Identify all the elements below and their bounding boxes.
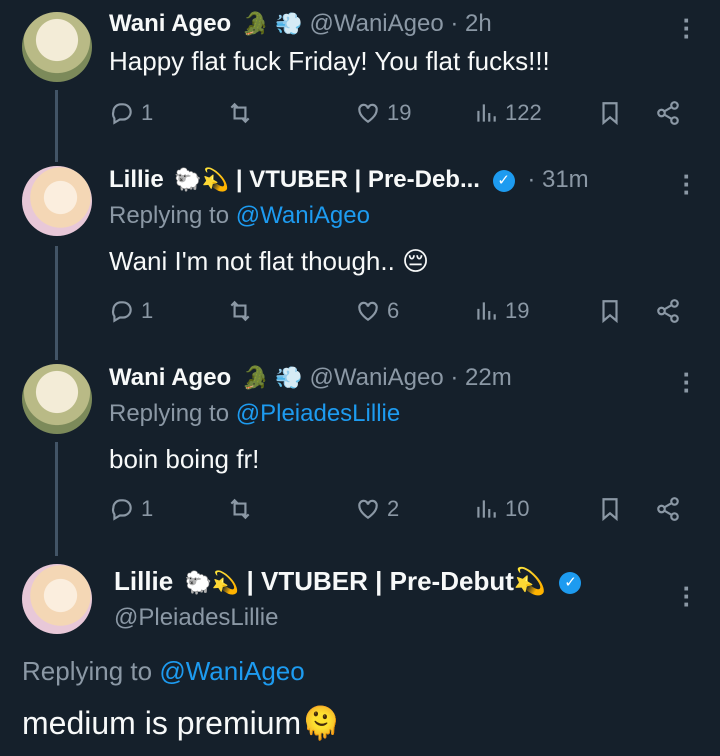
reply-icon xyxy=(111,499,132,521)
tweet-text: Happy flat fuck Friday! You flat fucks!!… xyxy=(109,46,550,76)
bookmark-button[interactable] xyxy=(597,100,623,126)
more-options-icon[interactable]: · · · xyxy=(682,163,692,205)
replying-to-label: Replying to xyxy=(109,400,236,427)
timestamp[interactable]: · 22m xyxy=(450,364,511,391)
repost-icon xyxy=(230,102,250,124)
verified-badge-icon: ✓ xyxy=(492,169,515,192)
repost-button[interactable] xyxy=(227,298,253,324)
verified-badge-icon: ✓ xyxy=(559,572,582,595)
reply-icon xyxy=(111,301,132,323)
name-emojis: 🐊 💨 xyxy=(241,365,303,390)
bookmark-icon xyxy=(602,102,618,126)
view-count: 10 xyxy=(505,496,530,521)
tweet-header: Wani Ageo 🐊 💨 @WaniAgeo · 2h xyxy=(109,10,492,38)
bookmark-icon xyxy=(602,300,618,324)
reply-button[interactable]: 1 xyxy=(109,496,153,522)
heart-icon xyxy=(358,103,378,123)
tweet-actions: 1 6 19 xyxy=(109,298,689,328)
views-icon xyxy=(477,104,496,122)
tweet-text: Wani I'm not flat though.. 😔 xyxy=(109,246,430,276)
share-icon xyxy=(657,497,679,521)
tweet-3[interactable]: Wani Ageo 🐊 💨 @WaniAgeo · 22m · · · Replyi… xyxy=(0,358,720,548)
share-button[interactable] xyxy=(655,496,681,522)
tweet-text: boin boing fr! xyxy=(109,444,260,474)
reply-count: 1 xyxy=(141,496,154,521)
display-name[interactable]: Lillie xyxy=(109,166,164,193)
tweet-actions: 1 19 122 xyxy=(109,100,689,130)
view-count: 122 xyxy=(505,100,542,125)
name-emojis: 🐊 💨 xyxy=(241,11,303,36)
handle[interactable]: @PleiadesLillie xyxy=(114,604,278,632)
reply-count: 1 xyxy=(141,100,154,125)
bookmark-icon xyxy=(602,498,618,522)
tweet-header: Lillie 🐑💫 | VTUBER | Pre-Deb... ✓ · 31m xyxy=(109,166,589,194)
reply-button[interactable]: 1 xyxy=(109,100,153,126)
tweet-actions: 1 2 10 xyxy=(109,496,689,526)
repost-button[interactable] xyxy=(227,100,253,126)
like-button[interactable]: 2 xyxy=(355,496,399,522)
heart-icon xyxy=(358,499,378,519)
tweet-2[interactable]: Lillie 🐑💫 | VTUBER | Pre-Deb... ✓ · 31m … xyxy=(0,160,720,350)
tweet-text: medium is premium🫠 xyxy=(22,705,342,741)
replying-to-handle[interactable]: @WaniAgeo xyxy=(159,656,304,686)
replying-to: Replying to @WaniAgeo xyxy=(109,202,370,230)
share-button[interactable] xyxy=(655,100,681,126)
like-button[interactable]: 19 xyxy=(355,100,411,126)
bookmark-button[interactable] xyxy=(597,298,623,324)
avatar[interactable] xyxy=(22,166,92,236)
avatar[interactable] xyxy=(22,364,92,434)
name-emojis: 🐑💫 xyxy=(184,570,240,595)
replying-to-handle[interactable]: @WaniAgeo xyxy=(236,202,370,229)
like-count: 19 xyxy=(387,100,412,125)
avatar[interactable] xyxy=(22,564,92,634)
views-icon xyxy=(477,500,496,518)
handle[interactable]: @WaniAgeo xyxy=(309,364,443,391)
repost-icon xyxy=(230,498,250,520)
views-button[interactable]: 10 xyxy=(473,496,529,522)
handle[interactable]: @WaniAgeo xyxy=(309,10,443,37)
more-options-icon[interactable]: · · · xyxy=(682,361,692,403)
share-button[interactable] xyxy=(655,298,681,324)
name-emojis: 🐑💫 xyxy=(174,167,230,192)
replying-to: Replying to @PleiadesLillie xyxy=(109,400,400,428)
reply-count: 1 xyxy=(141,298,154,323)
like-button[interactable]: 6 xyxy=(355,298,399,324)
replying-to: Replying to @WaniAgeo xyxy=(22,656,305,687)
replying-to-handle[interactable]: @PleiadesLillie xyxy=(236,400,400,427)
like-count: 2 xyxy=(387,496,400,521)
replying-to-label: Replying to xyxy=(109,202,236,229)
display-name-suffix[interactable]: | VTUBER | Pre-Debut💫 xyxy=(247,566,547,596)
share-icon xyxy=(657,101,679,125)
timestamp[interactable]: · 31m xyxy=(527,166,588,193)
views-button[interactable]: 19 xyxy=(473,298,529,324)
avatar[interactable] xyxy=(22,12,92,82)
like-count: 6 xyxy=(387,298,400,323)
views-icon xyxy=(477,302,496,320)
tweet-header: Wani Ageo 🐊 💨 @WaniAgeo · 22m xyxy=(109,364,512,392)
more-options-icon[interactable]: · · · xyxy=(682,7,692,49)
main-tweet[interactable]: Lillie 🐑💫 | VTUBER | Pre-Debut💫 ✓ · · · @P… xyxy=(0,556,720,756)
replying-to-label: Replying to xyxy=(22,656,160,686)
share-icon xyxy=(657,299,679,323)
display-name[interactable]: Wani Ageo xyxy=(109,10,231,37)
reply-icon xyxy=(111,103,132,125)
view-count: 19 xyxy=(505,298,530,323)
more-options-icon[interactable]: · · · xyxy=(682,575,692,617)
tweet-1[interactable]: Wani Ageo 🐊 💨 @WaniAgeo · 2h · · · Happy f… xyxy=(0,0,720,150)
views-button[interactable]: 122 xyxy=(473,100,542,126)
reply-button[interactable]: 1 xyxy=(109,298,153,324)
display-name[interactable]: Wani Ageo xyxy=(109,364,231,391)
heart-icon xyxy=(358,301,378,321)
display-name[interactable]: Lillie xyxy=(114,566,173,596)
repost-button[interactable] xyxy=(227,496,253,522)
display-name-suffix[interactable]: | VTUBER | Pre-Deb... xyxy=(236,166,480,193)
bookmark-button[interactable] xyxy=(597,496,623,522)
tweet-header: Lillie 🐑💫 | VTUBER | Pre-Debut💫 ✓ xyxy=(114,566,587,597)
timestamp[interactable]: · 2h xyxy=(450,10,491,37)
repost-icon xyxy=(230,300,250,322)
